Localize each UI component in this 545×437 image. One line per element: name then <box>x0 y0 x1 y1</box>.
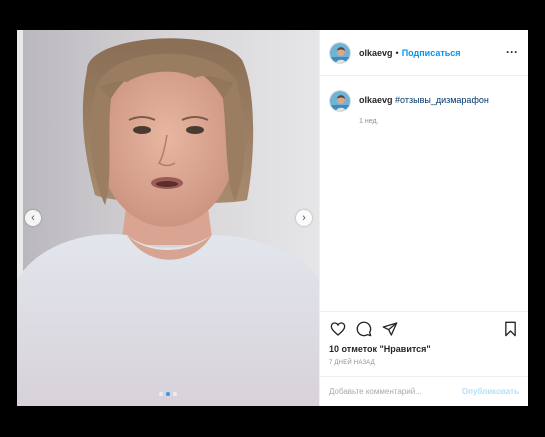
next-slide-button[interactable]: › <box>296 210 312 226</box>
publish-button[interactable]: Опубликовать <box>462 387 519 396</box>
comment-icon <box>356 321 372 337</box>
paper-plane-icon <box>382 322 398 336</box>
previous-slide-button[interactable]: ‹ <box>25 210 41 226</box>
caption-timestamp[interactable]: 1 нед. <box>359 118 519 125</box>
comment-button[interactable] <box>355 320 373 338</box>
post-header: olkaevg • Подписаться ··· <box>320 30 528 76</box>
more-options-icon[interactable]: ··· <box>506 46 518 58</box>
likes-count[interactable]: 10 отметок "Нравится" <box>329 344 519 354</box>
save-button[interactable] <box>501 320 519 338</box>
posted-timestamp[interactable]: 7 дней назад <box>329 360 519 366</box>
caption-section: olkaevg #отзывы_дизмарафон 1 нед. <box>320 76 528 296</box>
hashtag-link[interactable]: #отзывы_дизмарафон <box>395 95 489 105</box>
heart-icon <box>330 322 346 336</box>
post-modal: ‹ › olkaevg • Подписаться ··· olkaevg #о… <box>17 30 528 406</box>
carousel-dot <box>159 392 163 396</box>
post-sidebar: olkaevg • Подписаться ··· olkaevg #отзыв… <box>319 30 528 406</box>
chevron-left-icon: ‹ <box>31 211 35 224</box>
chevron-right-icon: › <box>302 211 306 224</box>
separator-dot: • <box>395 47 399 58</box>
video-frame-image <box>17 30 319 406</box>
share-button[interactable] <box>381 320 399 338</box>
follow-button[interactable]: Подписаться <box>402 48 461 58</box>
username-link[interactable]: olkaevg <box>359 48 393 58</box>
action-icons-row <box>329 318 519 340</box>
caption-text: olkaevg #отзывы_дизмарафон <box>359 94 489 107</box>
post-actions: 10 отметок "Нравится" 7 дней назад <box>320 311 528 376</box>
caption-avatar[interactable] <box>329 90 351 112</box>
comment-input[interactable] <box>329 387 462 396</box>
like-button[interactable] <box>329 320 347 338</box>
comment-bar: Опубликовать <box>320 376 528 406</box>
carousel-dot <box>173 392 177 396</box>
caption-username-link[interactable]: olkaevg <box>359 95 393 105</box>
post-media[interactable]: ‹ › <box>17 30 319 406</box>
carousel-indicator <box>159 392 177 396</box>
avatar[interactable] <box>329 41 351 64</box>
carousel-dot-active <box>166 392 170 396</box>
bookmark-icon <box>504 321 516 337</box>
caption-row: olkaevg #отзывы_дизмарафон <box>329 90 519 112</box>
